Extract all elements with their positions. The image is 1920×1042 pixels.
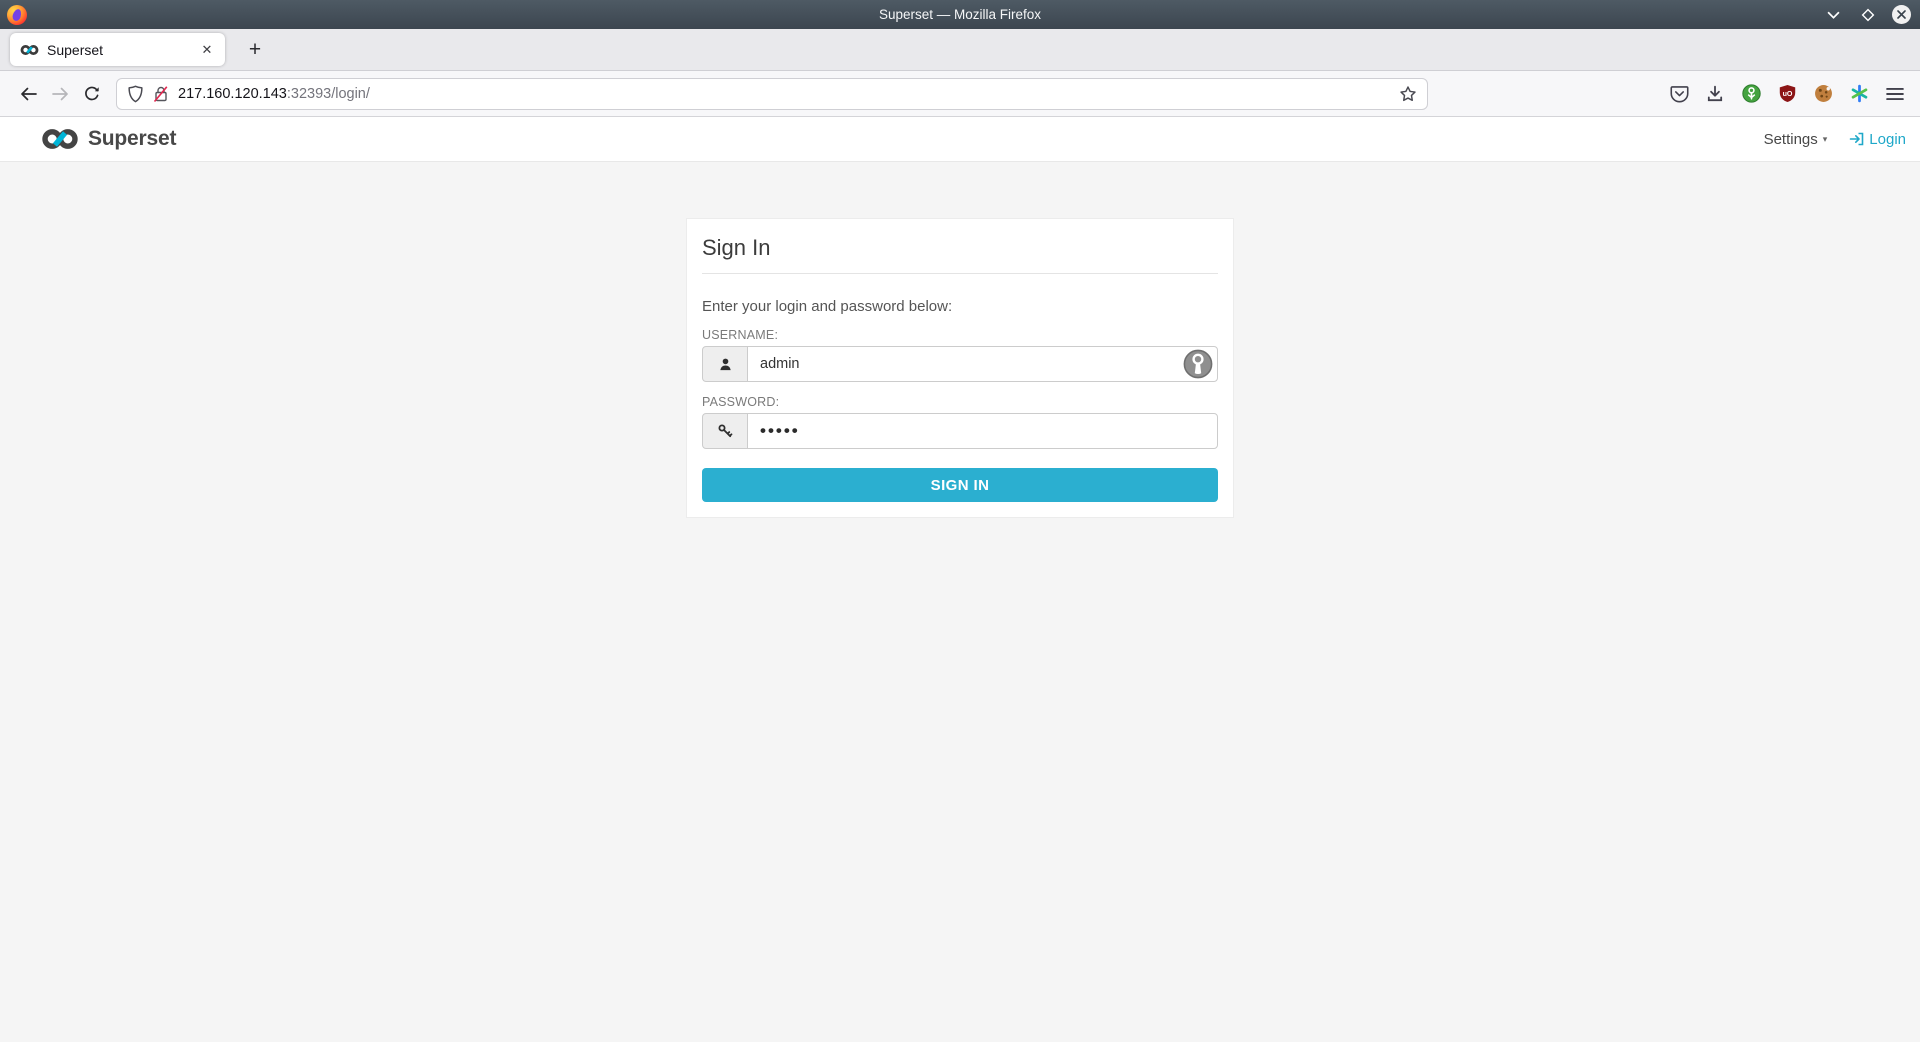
ublock-icon[interactable]: uO — [1772, 79, 1802, 109]
superset-navbar: Superset Settings ▾ Login — [0, 117, 1920, 162]
username-input[interactable] — [747, 346, 1218, 382]
password-input[interactable] — [747, 413, 1218, 449]
password-input-group — [702, 413, 1218, 449]
url-text: 217.160.120.143:32393/login/ — [178, 86, 370, 102]
pocket-icon[interactable] — [1664, 79, 1694, 109]
reload-icon[interactable] — [76, 79, 108, 109]
maximize-icon[interactable] — [1858, 5, 1877, 24]
panel-heading: Sign In — [687, 219, 1233, 274]
panel-title-divider — [702, 273, 1218, 274]
tab-close-icon[interactable]: ✕ — [197, 40, 217, 60]
new-tab-icon[interactable]: + — [241, 36, 269, 64]
insecure-lock-icon[interactable] — [153, 85, 169, 103]
settings-label: Settings — [1764, 131, 1818, 148]
tab-strip: Superset ✕ + — [0, 29, 1920, 71]
bookmark-star-icon[interactable] — [1399, 85, 1417, 103]
back-icon[interactable] — [12, 79, 44, 109]
caret-down-icon: ▾ — [1823, 134, 1828, 145]
settings-menu[interactable]: Settings ▾ — [1764, 131, 1828, 148]
username-input-group — [702, 346, 1218, 382]
sign-in-button[interactable]: SIGN IN — [702, 468, 1218, 502]
password-manager-icon[interactable] — [1183, 349, 1213, 379]
login-icon — [1849, 131, 1865, 147]
extension-asterisk-icon[interactable] — [1844, 79, 1874, 109]
superset-brand[interactable]: Superset — [40, 127, 176, 151]
downloads-icon[interactable] — [1700, 79, 1730, 109]
window-controls — [1824, 5, 1920, 24]
password-label: PASSWORD: — [702, 395, 1218, 409]
svg-text:uO: uO — [1782, 90, 1792, 98]
extension-green-icon[interactable] — [1736, 79, 1766, 109]
window-title: Superset — Mozilla Firefox — [0, 7, 1920, 22]
url-bar[interactable]: 217.160.120.143:32393/login/ — [116, 78, 1428, 110]
toolbar-extensions-area: uO — [1664, 79, 1912, 109]
sign-in-panel: Sign In Enter your login and password be… — [686, 218, 1234, 518]
firefox-logo-icon — [7, 5, 27, 25]
key-icon — [702, 413, 748, 449]
username-label: USERNAME: — [702, 328, 1218, 342]
navbar-right: Settings ▾ Login — [1764, 131, 1910, 148]
browser-toolbar: 217.160.120.143:32393/login/ uO — [0, 71, 1920, 117]
close-icon[interactable] — [1892, 5, 1911, 24]
tab-title: Superset — [47, 42, 189, 58]
menu-icon[interactable] — [1880, 79, 1910, 109]
superset-logo-icon — [40, 127, 80, 151]
window-titlebar: Superset — Mozilla Firefox — [0, 0, 1920, 29]
brand-title: Superset — [88, 127, 176, 151]
shield-icon[interactable] — [127, 85, 144, 103]
tab-superset[interactable]: Superset ✕ — [10, 33, 225, 66]
panel-body: Enter your login and password below: USE… — [687, 298, 1233, 517]
forward-icon[interactable] — [44, 79, 76, 109]
panel-title: Sign In — [702, 235, 1218, 261]
login-instruction: Enter your login and password below: — [702, 298, 1218, 315]
login-label: Login — [1869, 131, 1906, 148]
url-host: 217.160.120.143 — [178, 86, 287, 102]
cookie-extension-icon[interactable] — [1808, 79, 1838, 109]
login-link[interactable]: Login — [1849, 131, 1906, 148]
superset-favicon — [20, 44, 39, 56]
page-content: Sign In Enter your login and password be… — [0, 218, 1920, 1042]
user-icon — [702, 346, 748, 382]
minimize-icon[interactable] — [1824, 5, 1843, 24]
url-path: :32393/login/ — [287, 86, 370, 102]
